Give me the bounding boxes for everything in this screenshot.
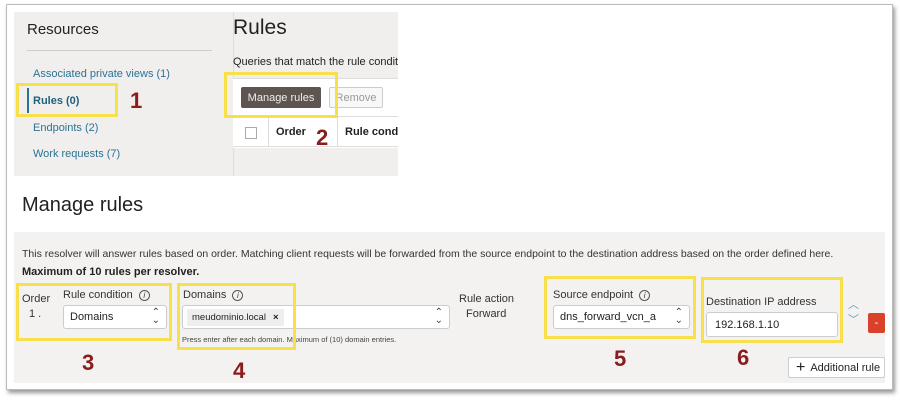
move-up-icon[interactable]: ︿ <box>848 296 859 312</box>
chevron-updown-icon: ⌃ ⌄ <box>434 307 443 326</box>
sidebar-item-private-views[interactable]: Associated private views (1) <box>33 68 170 80</box>
annotation-number: 2 <box>316 125 329 150</box>
max-rules-note: Maximum of 10 rules per resolver. <box>22 266 200 278</box>
rule-action-label: Rule action <box>459 293 515 305</box>
sidebar-item-endpoints[interactable]: Endpoints (2) <box>33 122 98 134</box>
sidebar-item-work-requests[interactable]: Work requests (7) <box>33 148 120 160</box>
column-rule-condition[interactable]: Rule condi <box>345 126 398 138</box>
annotation-number: 3 <box>82 350 95 375</box>
select-all-checkbox[interactable] <box>245 127 257 139</box>
annotation-number: 6 <box>737 345 750 370</box>
rules-description: Queries that match the rule conditio <box>233 56 398 68</box>
plus-icon: + <box>796 358 806 376</box>
highlight-box <box>544 276 696 339</box>
remove-rule-button[interactable]: - <box>868 313 885 333</box>
divider <box>27 50 212 51</box>
highlight-box <box>16 283 172 341</box>
move-down-icon[interactable]: ﹀ <box>848 311 859 327</box>
additional-rule-button[interactable]: + Additional rule <box>788 357 885 378</box>
annotation-number: 5 <box>614 346 627 371</box>
rule-action-value: Forward <box>466 308 507 320</box>
manage-rules-title: Manage rules <box>22 194 144 216</box>
annotation-number: 4 <box>233 358 246 383</box>
highlight-box <box>701 277 843 343</box>
highlight-box <box>16 83 118 117</box>
annotation-number: 1 <box>130 88 143 113</box>
highlight-box <box>224 72 338 118</box>
highlight-box <box>177 283 296 350</box>
rules-title: Rules <box>233 16 287 39</box>
column-order[interactable]: Order <box>276 126 306 138</box>
resources-title: Resources <box>27 21 99 38</box>
manage-description: This resolver will answer rules based on… <box>22 248 834 260</box>
